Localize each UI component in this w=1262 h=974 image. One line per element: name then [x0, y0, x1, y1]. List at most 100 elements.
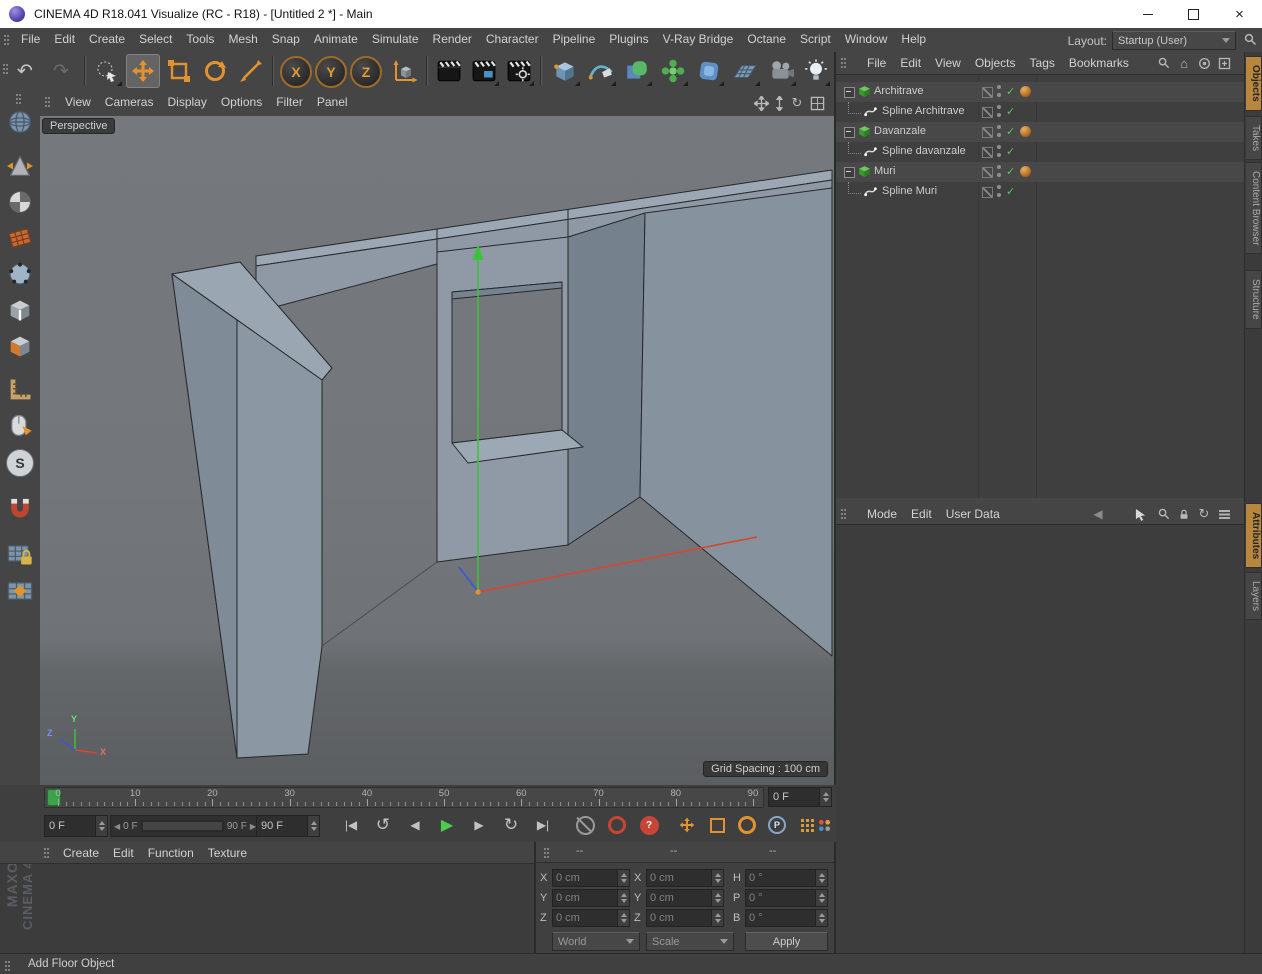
step-up-icon[interactable]	[620, 893, 627, 897]
next-frame-button[interactable]: ▶	[464, 812, 494, 838]
menu-item-create[interactable]: Create	[56, 842, 106, 863]
enabled-check[interactable]: ✓	[1006, 185, 1015, 198]
move-tool[interactable]	[126, 54, 160, 88]
step-down-icon[interactable]	[818, 919, 825, 923]
field-stepper[interactable]	[711, 870, 723, 886]
layer-swatch[interactable]	[982, 147, 993, 158]
menu-item-edit[interactable]: Edit	[904, 503, 939, 524]
polygons-mode-button[interactable]	[4, 330, 36, 362]
value-field[interactable]: 0 cm	[646, 869, 724, 887]
attribute-manager-grip[interactable]	[841, 509, 843, 511]
search-icon[interactable]	[1156, 56, 1172, 70]
menu-item-plugins[interactable]: Plugins	[602, 28, 655, 49]
step-down-icon[interactable]	[620, 919, 627, 923]
step-up-icon[interactable]	[818, 913, 825, 917]
expand-toggle[interactable]	[844, 87, 855, 98]
goto-start-button[interactable]: |◀	[336, 812, 366, 838]
apply-button[interactable]: Apply	[745, 932, 828, 951]
value-field[interactable]: 0 cm	[552, 889, 630, 907]
expand-toggle[interactable]	[844, 127, 855, 138]
toggle-views-icon[interactable]	[808, 95, 826, 111]
field-stepper[interactable]	[617, 910, 629, 926]
menu-item-render[interactable]: Render	[426, 28, 479, 49]
value-field[interactable]: 0 °	[745, 869, 828, 887]
frame-stepper[interactable]	[819, 788, 831, 806]
menu-item-pipeline[interactable]: Pipeline	[546, 28, 603, 49]
current-frame-field[interactable]: 0 F	[768, 787, 832, 807]
value-field[interactable]: 0 cm	[646, 909, 724, 927]
lock-workplane-button[interactable]	[4, 538, 36, 570]
status-grip[interactable]	[5, 961, 7, 963]
menu-item-edit[interactable]: Edit	[106, 842, 141, 863]
layer-swatch[interactable]	[982, 187, 993, 198]
menu-item-view[interactable]: View	[58, 91, 98, 112]
side-tab-takes[interactable]: Takes	[1246, 116, 1262, 161]
history-back-icon[interactable]: ◀	[1090, 507, 1106, 521]
x-axis-lock-button[interactable]: X	[280, 56, 312, 88]
edges-mode-button[interactable]	[4, 294, 36, 326]
step-down-icon[interactable]	[714, 879, 721, 883]
value-field[interactable]: 0 cm	[552, 909, 630, 927]
menu-item-cameras[interactable]: Cameras	[98, 91, 161, 112]
add-subdivision-surface-button[interactable]	[620, 54, 654, 88]
field-stepper[interactable]	[815, 890, 827, 906]
play-backward-button[interactable]: ↺	[368, 812, 398, 838]
autokey-button[interactable]	[602, 812, 632, 838]
end-frame-stepper[interactable]	[307, 816, 319, 836]
menu-item-view[interactable]: View	[928, 52, 968, 73]
menu-item-animate[interactable]: Animate	[307, 28, 365, 49]
end-frame-input[interactable]: 90 F	[256, 815, 320, 837]
preview-range-slider[interactable]: ◀ 0 F 90 F ▶	[110, 815, 260, 837]
add-cube-button[interactable]	[548, 54, 582, 88]
layer-swatch[interactable]	[982, 127, 993, 138]
rotate-view-icon[interactable]: ↻	[788, 95, 806, 111]
visibility-dots[interactable]	[996, 85, 1002, 99]
render-visibility-dot[interactable]	[997, 153, 1001, 157]
menu-item-create[interactable]: Create	[82, 28, 132, 49]
camera-label[interactable]: Perspective	[42, 118, 116, 134]
tree-row-spline-davanzale[interactable]: Spline davanzale ✓	[836, 142, 1244, 162]
record-objects-button[interactable]	[570, 812, 600, 838]
field-stepper[interactable]	[815, 870, 827, 886]
render-visibility-dot[interactable]	[997, 193, 1001, 197]
render-visibility-dot[interactable]	[997, 173, 1001, 177]
loop-button[interactable]: ↻	[496, 812, 526, 838]
step-down-icon[interactable]	[818, 899, 825, 903]
step-up-icon[interactable]	[714, 913, 721, 917]
menu-item-options[interactable]: Options	[214, 91, 269, 112]
side-tab-structure[interactable]: Structure	[1246, 270, 1262, 329]
planar-workplane-button[interactable]	[4, 575, 36, 607]
menu-item-select[interactable]: Select	[132, 28, 179, 49]
step-down-icon[interactable]	[714, 899, 721, 903]
snap-toggle-button[interactable]: S	[4, 447, 36, 479]
expand-toggle[interactable]	[844, 167, 855, 178]
menu-item-simulate[interactable]: Simulate	[365, 28, 426, 49]
editor-visibility-dot[interactable]	[997, 85, 1001, 89]
undo-button[interactable]: ↶	[8, 54, 42, 88]
render-visibility-dot[interactable]	[997, 93, 1001, 97]
tree-row-spline-muri[interactable]: Spline Muri ✓	[836, 182, 1244, 202]
redo-button[interactable]: ↷	[44, 54, 78, 88]
frame-input[interactable]: 0 F	[44, 815, 108, 837]
side-tab-objects[interactable]: Objects	[1246, 56, 1262, 111]
close-button[interactable]: ×	[1217, 0, 1262, 28]
sync-icon[interactable]: ↻	[1196, 506, 1212, 521]
value-field[interactable]: 0 cm	[552, 869, 630, 887]
step-down-icon[interactable]	[620, 899, 627, 903]
coordinate-system-button[interactable]	[388, 54, 422, 88]
add-array-button[interactable]	[656, 54, 690, 88]
y-axis-lock-button[interactable]: Y	[315, 56, 347, 88]
add-floor-button[interactable]	[728, 54, 762, 88]
layer-swatch[interactable]	[982, 107, 993, 118]
menu-item-file[interactable]: File	[14, 28, 47, 49]
side-tab-content-browser[interactable]: Content Browser	[1246, 162, 1262, 255]
viewport-canvas[interactable]: Y X Z Perspective Grid Spacing : 100 cm	[40, 116, 834, 785]
menu-item-bookmarks[interactable]: Bookmarks	[1062, 52, 1136, 73]
play-button[interactable]: ▶	[432, 812, 462, 838]
render-visibility-dot[interactable]	[997, 133, 1001, 137]
key-position-toggle[interactable]	[672, 812, 702, 838]
step-down-icon[interactable]	[818, 879, 825, 883]
editor-visibility-dot[interactable]	[997, 105, 1001, 109]
menu-item-edit[interactable]: Edit	[893, 52, 928, 73]
step-up-icon[interactable]	[818, 873, 825, 877]
